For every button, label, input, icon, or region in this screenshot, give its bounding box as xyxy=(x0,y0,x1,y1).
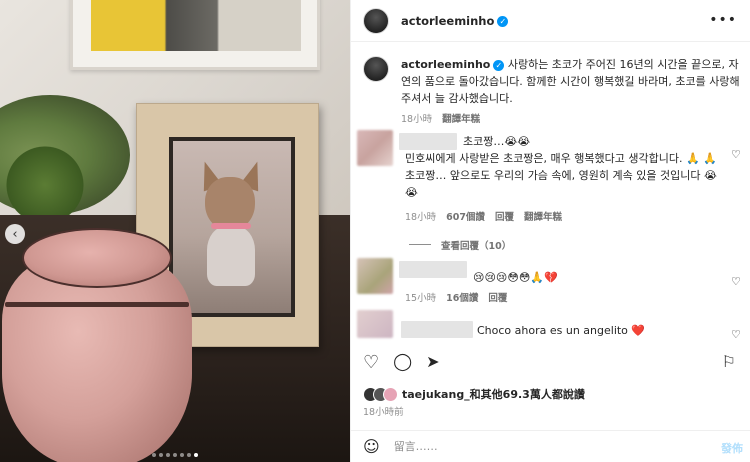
likes-summary: taejukang_和其他69.3萬人都說讚 xyxy=(363,386,585,402)
reply-button[interactable]: 回覆 xyxy=(495,209,514,223)
avatar[interactable] xyxy=(383,386,398,402)
comment-time[interactable]: 15小時 xyxy=(405,290,436,304)
comment-text: Choco ahora es un angelito ❤️ xyxy=(477,324,646,337)
avatar[interactable] xyxy=(363,56,389,82)
commenter-avatar[interactable] xyxy=(357,258,393,294)
commenter-name[interactable] xyxy=(399,261,467,278)
carousel-dots xyxy=(0,453,350,457)
post-photo: ‹ xyxy=(0,0,350,462)
comment-text: 😭 xyxy=(405,186,418,199)
divider xyxy=(409,244,431,252)
post-button[interactable]: 發佈 xyxy=(721,440,743,456)
carousel-dot-active xyxy=(194,453,198,457)
carousel-dot xyxy=(159,453,163,457)
caption-body: actorleeminho ✓ 사랑하는 초코가 주어진 16년의 시간을 끝으로… xyxy=(401,56,741,128)
carousel-dot xyxy=(173,453,177,457)
comment-likes[interactable]: 607個讚 xyxy=(446,209,485,223)
commenter-avatar[interactable] xyxy=(357,310,393,338)
carousel-dot xyxy=(166,453,170,457)
view-replies-button[interactable]: 查看回覆（10） xyxy=(441,238,511,252)
view-replies[interactable]: 查看回覆（10） xyxy=(409,238,511,252)
comment-text: 😢😢😢😳😳🙏💔 xyxy=(473,271,558,284)
commenter-name[interactable] xyxy=(401,321,473,338)
heart-icon[interactable]: ♡ xyxy=(731,328,741,341)
comment-time[interactable]: 18小時 xyxy=(405,209,436,223)
wall-artwork xyxy=(70,0,320,70)
caption-meta: 18小時 翻譯年糕 xyxy=(401,111,741,128)
comment-text: 초코짱… 앞으로도 우리의 가슴 속에, 영원히 계속 있을 것입니다 😭 xyxy=(405,169,717,182)
comment-text: 초코짱…😭😭 xyxy=(463,135,531,148)
heart-icon[interactable]: ♡ xyxy=(363,352,379,373)
verified-icon: ✓ xyxy=(497,15,509,27)
more-icon[interactable]: ••• xyxy=(709,12,737,28)
caption-time[interactable]: 18小時 xyxy=(401,111,432,128)
post-sidebar: actorleeminho ✓ ••• actorleeminho ✓ 사랑하는 초… xyxy=(350,0,750,462)
translate-link[interactable]: 翻譯年糕 xyxy=(442,111,480,128)
share-icon[interactable]: ➤ xyxy=(426,352,439,373)
heart-icon[interactable]: ♡ xyxy=(731,275,741,288)
likes-text[interactable]: taejukang_和其他69.3萬人都說讚 xyxy=(402,386,585,402)
heart-icon[interactable]: ♡ xyxy=(731,148,741,161)
emoji-icon[interactable]: ☺ xyxy=(363,437,380,456)
comment-input[interactable] xyxy=(393,440,694,453)
post-header: actorleeminho ✓ ••• xyxy=(351,0,750,42)
avatar[interactable] xyxy=(363,7,389,34)
comment-meta: 15小時 16個讚 回覆 xyxy=(405,290,507,304)
bookmark-icon[interactable]: ⚐ xyxy=(722,352,736,371)
post-caption: actorleeminho ✓ 사랑하는 초코가 주어진 16년의 시간을 끝으로… xyxy=(363,56,741,128)
carousel-dot xyxy=(187,453,191,457)
carousel-dot xyxy=(180,453,184,457)
comment-likes[interactable]: 16個讚 xyxy=(446,290,478,304)
carousel-dot xyxy=(152,453,156,457)
chevron-left-icon[interactable]: ‹ xyxy=(5,224,25,244)
post-actions: ♡ ◯ ➤ xyxy=(363,352,440,373)
commenter-name[interactable] xyxy=(399,133,457,150)
caption-username[interactable]: actorleeminho xyxy=(401,58,490,71)
instagram-post-modal: ‹ actorleeminho ✓ ••• actorleeminho ✓ 사랑하는… xyxy=(0,0,750,462)
comment-composer: ☺ 發佈 xyxy=(351,430,750,462)
post-time[interactable]: 18小時前 xyxy=(363,404,404,418)
translate-link[interactable]: 翻譯年糕 xyxy=(524,209,562,223)
verified-icon: ✓ xyxy=(493,59,505,71)
username-link[interactable]: actorleeminho ✓ xyxy=(401,13,509,28)
reply-button[interactable]: 回覆 xyxy=(488,290,507,304)
username-text: actorleeminho xyxy=(401,13,495,28)
comment-text: 민호씨에게 사랑받은 초코짱은, 매우 행복했다고 생각합니다. 🙏 🙏 xyxy=(405,152,717,165)
comment-icon[interactable]: ◯ xyxy=(393,352,412,373)
urn xyxy=(2,228,192,462)
commenter-avatar[interactable] xyxy=(357,130,393,166)
comment-meta: 18小時 607個讚 回覆 翻譯年糕 xyxy=(405,209,562,223)
